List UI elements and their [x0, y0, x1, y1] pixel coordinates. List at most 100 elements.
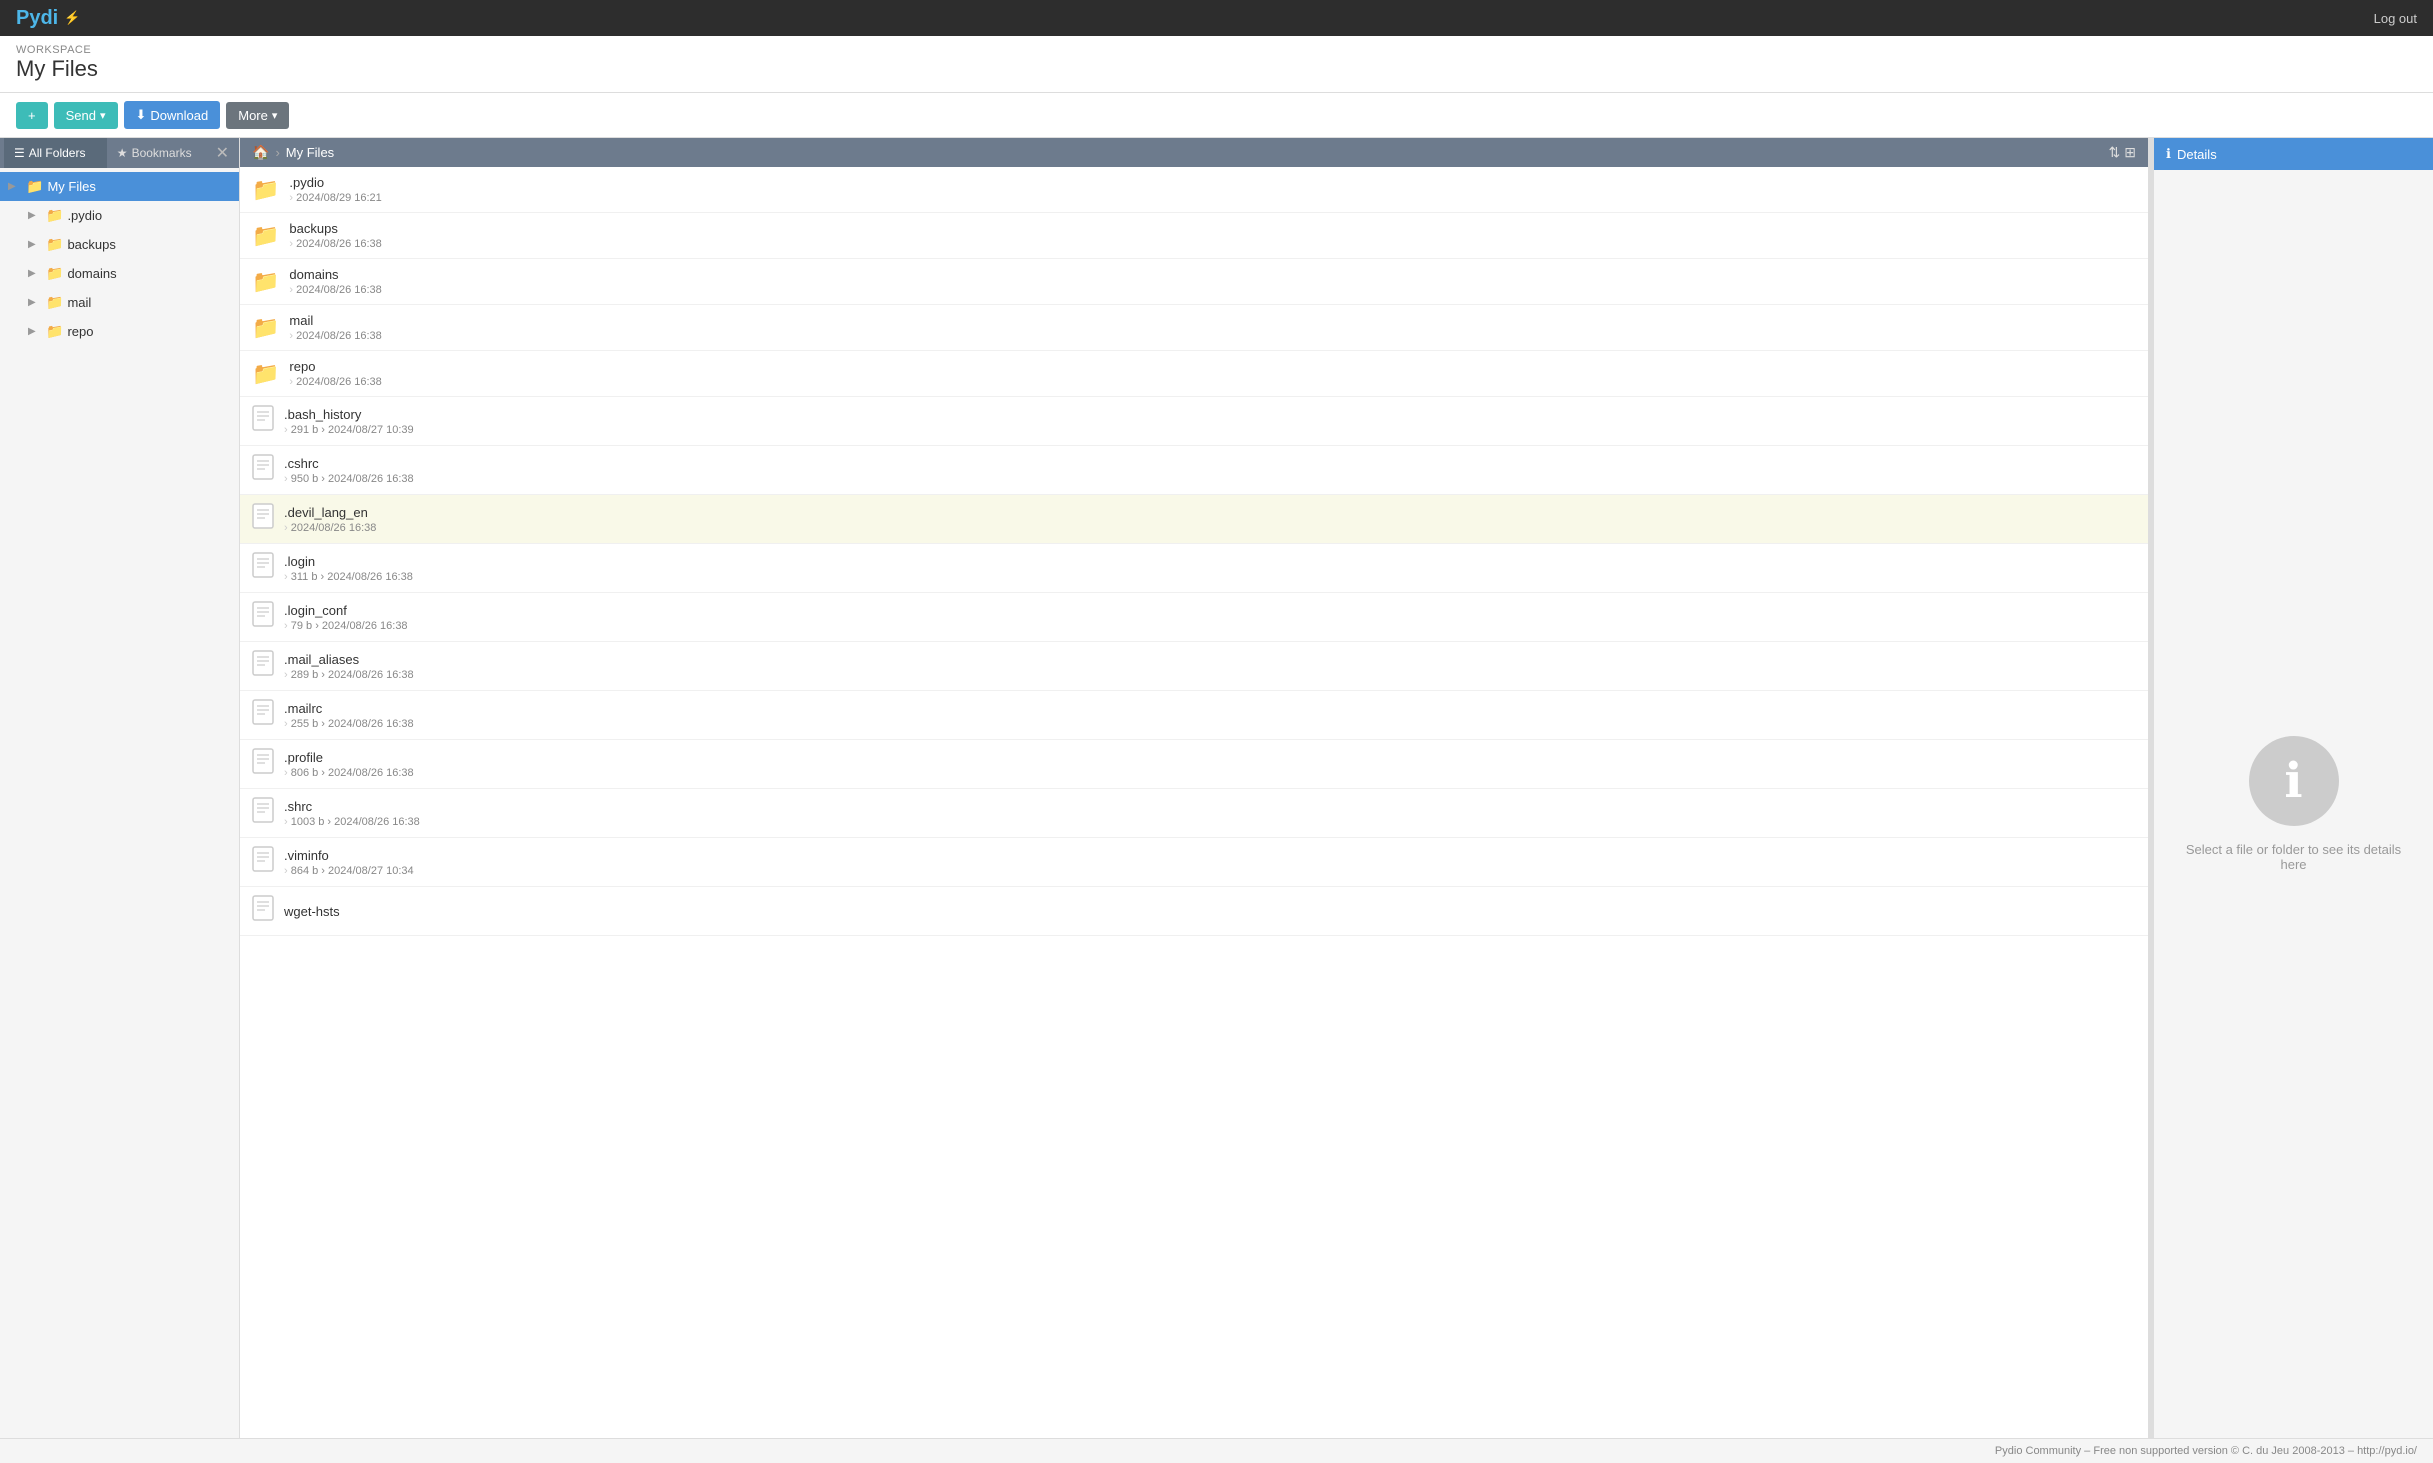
file-item[interactable]: .profile› 806 b › 2024/08/26 16:38 — [240, 740, 2148, 789]
file-item-info: domains› 2024/08/26 16:38 — [289, 267, 381, 296]
sidebar-close-button[interactable]: ✕ — [210, 139, 235, 167]
file-icon — [252, 797, 274, 829]
home-icon[interactable]: 🏠 — [252, 144, 269, 161]
expand-icon: ▶ — [28, 210, 42, 221]
file-item[interactable]: .mail_aliases› 289 b › 2024/08/26 16:38 — [240, 642, 2148, 691]
file-item-info: .mailrc › 255 b › 2024/08/26 16:38 — [284, 701, 414, 730]
file-item[interactable]: .login_conf › 79 b › 2024/08/26 16:38 — [240, 593, 2148, 642]
file-item[interactable]: .shrc› 1003 b › 2024/08/26 16:38 — [240, 789, 2148, 838]
file-item[interactable]: .cshrc › 950 b › 2024/08/26 16:38 — [240, 446, 2148, 495]
sidebar-tabs: ☰ All Folders ★ Bookmarks ✕ — [0, 138, 239, 168]
file-item-info: .shrc› 1003 b › 2024/08/26 16:38 — [284, 799, 420, 828]
logout-button[interactable]: Log out — [2374, 11, 2417, 26]
sidebar-item-repo[interactable]: ▶ 📁 repo — [20, 317, 239, 346]
sidebar-item-mail[interactable]: ▶ 📁 mail — [20, 288, 239, 317]
file-icon — [252, 748, 274, 780]
file-item-info: .pydio › 2024/08/29 16:21 — [289, 175, 381, 204]
file-item[interactable]: wget-hsts — [240, 887, 2148, 936]
file-item[interactable]: .login› 311 b › 2024/08/26 16:38 — [240, 544, 2148, 593]
file-item-meta: › 291 b › 2024/08/27 10:39 — [284, 424, 414, 436]
file-item-name: .bash_history — [284, 407, 414, 422]
file-item-info: .devil_lang_en› 2024/08/26 16:38 — [284, 505, 376, 534]
folder-icon: 📁 — [46, 265, 63, 282]
info-icon: ℹ — [2249, 736, 2339, 826]
sidebar-item-myfiles[interactable]: ▶ 📁 My Files — [0, 172, 239, 201]
file-item[interactable]: 📁 domains› 2024/08/26 16:38 — [240, 259, 2148, 305]
sidebar-item-domains[interactable]: ▶ 📁 domains — [20, 259, 239, 288]
file-item-name: domains — [289, 267, 381, 282]
footer: Pydio Community – Free non supported ver… — [0, 1438, 2433, 1463]
file-item-info: .viminfo› 864 b › 2024/08/27 10:34 — [284, 848, 414, 877]
file-item-info: .bash_history › 291 b › 2024/08/27 10:39 — [284, 407, 414, 436]
file-item-name: .devil_lang_en — [284, 505, 376, 520]
folder-icon: 📁 — [252, 361, 279, 387]
file-item-info: .profile› 806 b › 2024/08/26 16:38 — [284, 750, 414, 779]
footer-text: Pydio Community – Free non supported ver… — [1995, 1445, 2417, 1457]
download-button[interactable]: ⬇ Download — [124, 101, 221, 129]
more-button[interactable]: More — [226, 102, 289, 129]
file-item[interactable]: .mailrc › 255 b › 2024/08/26 16:38 — [240, 691, 2148, 740]
sort-icon[interactable]: ⇅ — [2109, 144, 2121, 161]
file-item-meta: › 311 b › 2024/08/26 16:38 — [284, 571, 413, 583]
file-item-name: .viminfo — [284, 848, 414, 863]
file-icon — [252, 895, 274, 927]
sidebar-item-label: mail — [67, 295, 91, 310]
folder-icon: 📁 — [46, 294, 63, 311]
send-button[interactable]: Send — [54, 102, 118, 129]
sidebar-item-label: My Files — [47, 179, 95, 194]
file-item[interactable]: 📁 backups› 2024/08/26 16:38 — [240, 213, 2148, 259]
add-button[interactable]: + — [16, 102, 48, 129]
file-item-name: .mailrc — [284, 701, 414, 716]
file-item-info: mail› 2024/08/26 16:38 — [289, 313, 381, 342]
expand-icon: ▶ — [28, 326, 42, 337]
file-item-meta: › 255 b › 2024/08/26 16:38 — [284, 718, 414, 730]
folder-icon: 📁 — [252, 269, 279, 295]
sidebar-item-pydio[interactable]: ▶ 📁 .pydio — [20, 201, 239, 230]
file-item[interactable]: .devil_lang_en› 2024/08/26 16:38 — [240, 495, 2148, 544]
file-item[interactable]: 📁.pydio› 2024/08/29 16:21 — [240, 167, 2148, 213]
folder-icon: 📁 — [252, 223, 279, 249]
all-folders-icon: ☰ — [14, 146, 25, 160]
file-icon — [252, 405, 274, 437]
file-item-meta: › 950 b › 2024/08/26 16:38 — [284, 473, 414, 485]
folder-icon: 📁 — [46, 236, 63, 253]
page-title: My Files — [16, 56, 2417, 82]
details-body: ℹ Select a file or folder to see its det… — [2154, 170, 2433, 1438]
main-layout: ☰ All Folders ★ Bookmarks ✕ ▶ 📁 My Files… — [0, 138, 2433, 1438]
sidebar-item-label: domains — [67, 266, 116, 281]
file-item[interactable]: 📁repo› 2024/08/26 16:38 — [240, 351, 2148, 397]
tab-bookmarks[interactable]: ★ Bookmarks — [107, 138, 210, 168]
file-item[interactable]: 📁mail› 2024/08/26 16:38 — [240, 305, 2148, 351]
file-item-info: .cshrc › 950 b › 2024/08/26 16:38 — [284, 456, 414, 485]
file-item-info: backups› 2024/08/26 16:38 — [289, 221, 381, 250]
file-item-meta: › 289 b › 2024/08/26 16:38 — [284, 669, 414, 681]
sidebar: ☰ All Folders ★ Bookmarks ✕ ▶ 📁 My Files… — [0, 138, 240, 1438]
sidebar-tree: ▶ 📁 My Files ▶ 📁 .pydio ▶ 📁 backups ▶ — [0, 168, 239, 350]
file-icon — [252, 454, 274, 486]
expand-icon: ▶ — [28, 268, 42, 279]
file-icon — [252, 650, 274, 682]
folder-icon: 📁 — [26, 178, 43, 195]
file-item-info: .login_conf › 79 b › 2024/08/26 16:38 — [284, 603, 408, 632]
file-list: 📁 .pydio › 2024/08/29 16:21 📁 backups› 2024/… — [240, 167, 2148, 1438]
file-item[interactable]: .bash_history › 291 b › 2024/08/27 10:39 — [240, 397, 2148, 446]
file-item-meta: › 2024/08/26 16:38 — [289, 376, 381, 388]
tab-all-folders[interactable]: ☰ All Folders — [4, 138, 107, 168]
file-item-name: .profile — [284, 750, 414, 765]
bookmarks-icon: ★ — [117, 146, 128, 160]
download-icon: ⬇ — [136, 107, 147, 123]
file-item-meta: › 2024/08/29 16:21 — [289, 192, 381, 204]
file-item-name: .login_conf — [284, 603, 408, 618]
file-item-name: mail — [289, 313, 381, 328]
file-item[interactable]: .viminfo› 864 b › 2024/08/27 10:34 — [240, 838, 2148, 887]
logo: Pydi ⚡ — [16, 7, 80, 30]
sidebar-item-label: repo — [67, 324, 93, 339]
file-icon — [252, 601, 274, 633]
topbar: Pydi ⚡ Log out — [0, 0, 2433, 36]
file-item-name: .pydio — [289, 175, 381, 190]
sidebar-item-backups[interactable]: ▶ 📁 backups — [20, 230, 239, 259]
file-item-meta: › 79 b › 2024/08/26 16:38 — [284, 620, 408, 632]
file-item-name: .shrc — [284, 799, 420, 814]
view-icon[interactable]: ⊞ — [2124, 144, 2136, 161]
file-item-name: .cshrc — [284, 456, 414, 471]
